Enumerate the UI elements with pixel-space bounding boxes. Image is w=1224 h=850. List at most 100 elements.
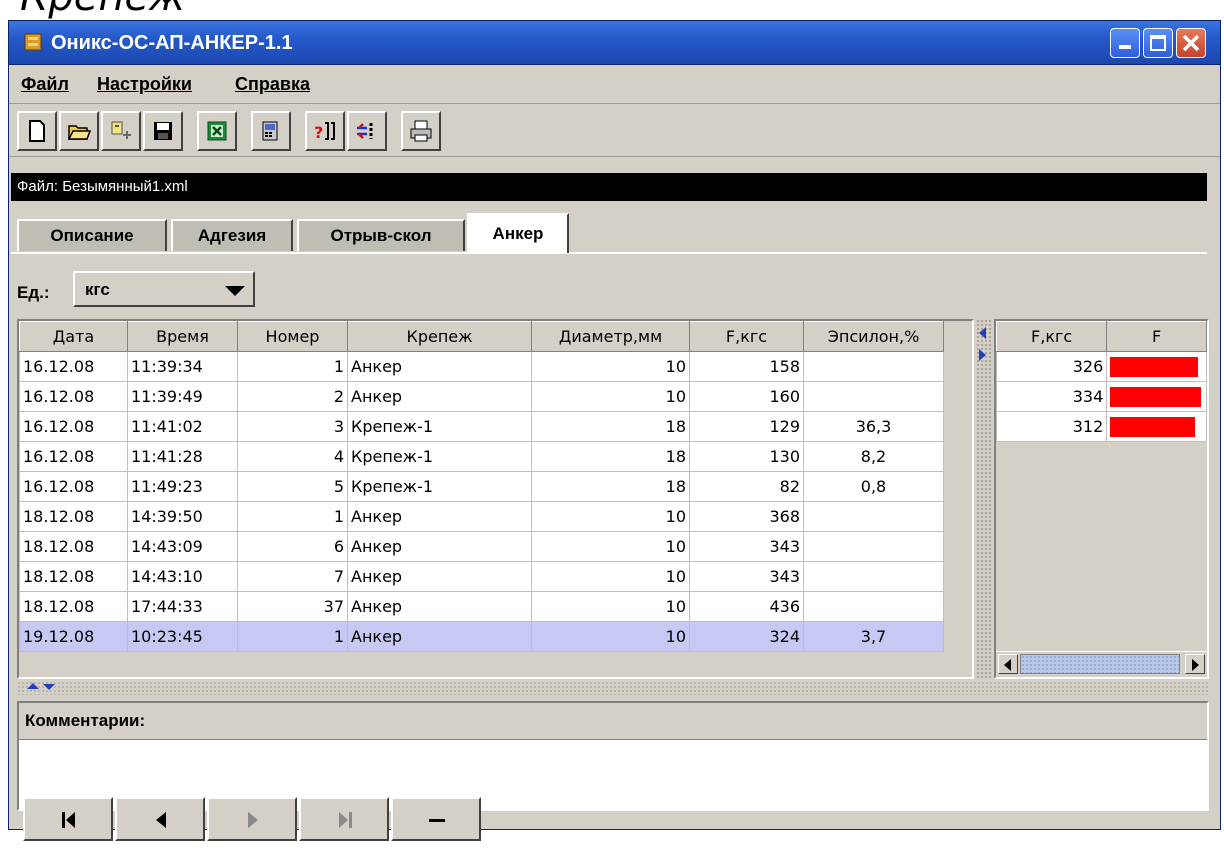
table-cell[interactable]: 1 — [237, 621, 348, 652]
table-cell[interactable]: 7 — [237, 561, 348, 592]
import-button[interactable] — [101, 111, 141, 151]
minimize-button[interactable] — [1110, 28, 1140, 58]
table-cell[interactable]: 16.12.08 — [19, 441, 128, 472]
table-cell[interactable]: 3 — [237, 411, 348, 442]
maximize-button[interactable] — [1143, 28, 1173, 58]
column-header[interactable]: Диаметр,мм — [531, 321, 690, 352]
table-cell[interactable]: Анкер — [347, 621, 532, 652]
table-cell[interactable]: 158 — [689, 351, 804, 382]
table-row[interactable]: 18.12.08 14:39:50 1 Анкер 10 368 — [19, 501, 944, 532]
scroll-right-button[interactable] — [1185, 654, 1205, 674]
table-row[interactable]: 16.12.08 11:39:49 2 Анкер 10 160 — [19, 381, 944, 412]
column-header[interactable]: Эпсилон,% — [803, 321, 944, 352]
table-cell[interactable]: 18.12.08 — [19, 501, 128, 532]
table-cell[interactable]: 18.12.08 — [19, 531, 128, 562]
table-cell[interactable]: 160 — [689, 381, 804, 412]
next-record-button[interactable] — [207, 797, 297, 841]
table-cell[interactable]: 11:39:49 — [127, 381, 238, 412]
new-button[interactable] — [17, 111, 57, 151]
table-row[interactable]: 16.12.08 11:41:02 3 Крепеж-1 18 129 36,3 — [19, 411, 944, 442]
table-cell[interactable]: 11:39:34 — [127, 351, 238, 382]
table-cell[interactable]: 11:41:02 — [127, 411, 238, 442]
table-cell[interactable]: 10:23:45 — [127, 621, 238, 652]
table-cell[interactable]: 16.12.08 — [19, 351, 128, 382]
table-row[interactable]: 334 — [995, 381, 1207, 412]
table-row[interactable]: 16.12.08 11:41:28 4 Крепеж-1 18 130 8,2 — [19, 441, 944, 472]
menu-help[interactable]: Справка — [235, 74, 310, 95]
table-cell[interactable]: 18.12.08 — [19, 591, 128, 622]
tab-description[interactable]: Описание — [17, 219, 167, 251]
table-cell[interactable] — [803, 561, 944, 592]
table-cell[interactable]: 10 — [531, 531, 690, 562]
table-cell[interactable]: 11:49:23 — [127, 471, 238, 502]
table-cell[interactable]: 14:39:50 — [127, 501, 238, 532]
table-cell[interactable]: 324 — [689, 621, 804, 652]
table-cell[interactable]: 129 — [689, 411, 804, 442]
table-row[interactable]: 312 — [995, 411, 1207, 442]
scroll-left-button[interactable] — [998, 654, 1018, 674]
table-row[interactable]: 16.12.08 11:39:34 1 Анкер 10 158 — [19, 351, 944, 382]
table-cell[interactable] — [803, 591, 944, 622]
column-header[interactable]: Дата — [19, 321, 128, 352]
table-cell[interactable] — [803, 351, 944, 382]
column-header[interactable]: F,кгс — [689, 321, 804, 352]
parameters-button[interactable] — [347, 111, 387, 151]
table-cell[interactable]: 343 — [689, 561, 804, 592]
table-cell[interactable]: Крепеж-1 — [347, 411, 532, 442]
table-cell[interactable]: 10 — [531, 561, 690, 592]
last-record-button[interactable] — [299, 797, 389, 841]
save-button[interactable] — [143, 111, 183, 151]
delete-record-button[interactable] — [391, 797, 481, 841]
table-row[interactable]: 18.12.08 17:44:33 37 Анкер 10 436 — [19, 591, 944, 622]
table-cell[interactable]: Анкер — [347, 351, 532, 382]
table-cell[interactable]: 10 — [531, 591, 690, 622]
table-cell[interactable]: 19.12.08 — [19, 621, 128, 652]
table-cell[interactable]: 11:41:28 — [127, 441, 238, 472]
table-cell[interactable]: 16.12.08 — [19, 381, 128, 412]
tab-pull-off[interactable]: Отрыв-скол — [297, 219, 465, 251]
table-cell[interactable]: Анкер — [347, 591, 532, 622]
vertical-splitter[interactable] — [976, 319, 992, 679]
table-cell[interactable]: 6 — [237, 531, 348, 562]
units-dropdown[interactable]: кгс — [73, 271, 255, 307]
table-cell[interactable]: 10 — [531, 351, 690, 382]
column-header[interactable]: Время — [127, 321, 238, 352]
table-cell[interactable]: Анкер — [347, 501, 532, 532]
table-cell[interactable]: 1 — [237, 351, 348, 382]
table-cell[interactable]: Крепеж-1 — [347, 441, 532, 472]
table-cell[interactable]: 2 — [237, 381, 348, 412]
table-cell[interactable]: 8,2 — [803, 441, 944, 472]
table-cell[interactable]: 4 — [237, 441, 348, 472]
tab-adhesion[interactable]: Адгезия — [171, 219, 293, 251]
table-cell[interactable]: Анкер — [347, 381, 532, 412]
column-header[interactable]: F — [1106, 321, 1207, 352]
table-cell[interactable]: 130 — [689, 441, 804, 472]
table-cell[interactable]: 17:44:33 — [127, 591, 238, 622]
table-row[interactable]: 18.12.08 14:43:10 7 Анкер 10 343 — [19, 561, 944, 592]
table-cell[interactable]: 436 — [689, 591, 804, 622]
tab-anchor[interactable]: Анкер — [467, 213, 569, 253]
print-button[interactable] — [401, 111, 441, 151]
table-cell[interactable]: 1 — [237, 501, 348, 532]
table-cell[interactable]: 18 — [531, 411, 690, 442]
column-header[interactable]: Номер — [237, 321, 348, 352]
table-cell[interactable] — [803, 501, 944, 532]
table-row[interactable]: 16.12.08 11:49:23 5 Крепеж-1 18 82 0,8 — [19, 471, 944, 502]
title-bar[interactable]: Оникс-ОС-АП-АНКЕР-1.1 — [9, 21, 1220, 65]
table-cell[interactable]: 36,3 — [803, 411, 944, 442]
table-cell[interactable]: 14:43:10 — [127, 561, 238, 592]
table-cell[interactable]: 18.12.08 — [19, 561, 128, 592]
scroll-thumb[interactable] — [1020, 654, 1180, 674]
table-cell[interactable]: 16.12.08 — [19, 471, 128, 502]
table-row[interactable]: 18.12.08 14:43:09 6 Анкер 10 343 — [19, 531, 944, 562]
previous-record-button[interactable] — [115, 797, 205, 841]
table-cell[interactable]: Анкер — [347, 561, 532, 592]
export-excel-button[interactable] — [197, 111, 237, 151]
table-cell[interactable]: 82 — [689, 471, 804, 502]
table-cell[interactable]: 10 — [531, 621, 690, 652]
table-cell[interactable]: 14:43:09 — [127, 531, 238, 562]
first-record-button[interactable] — [23, 797, 113, 841]
table-cell[interactable]: 368 — [689, 501, 804, 532]
table-row[interactable]: 19.12.08 10:23:45 1 Анкер 10 324 3,7 — [19, 621, 944, 652]
close-button[interactable] — [1176, 28, 1206, 58]
